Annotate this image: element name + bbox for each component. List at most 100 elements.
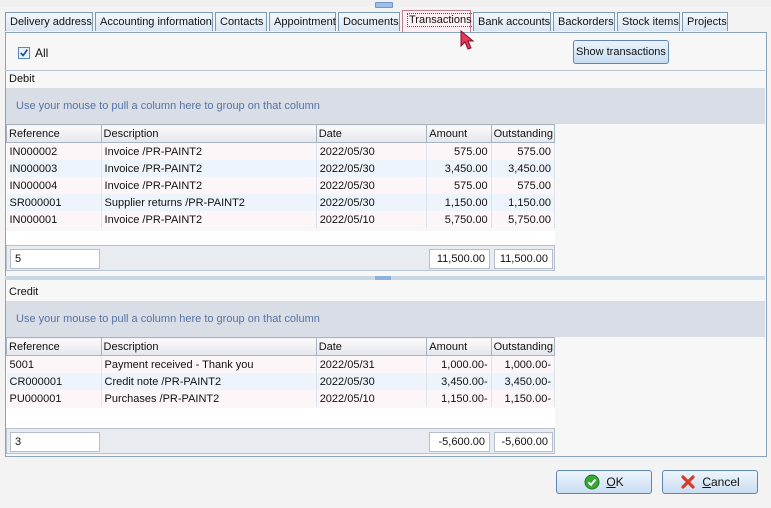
cell-date: 2022/05/30 xyxy=(316,160,428,177)
column-header-description[interactable]: Description xyxy=(100,124,317,143)
tab-delivery-address[interactable]: Delivery address xyxy=(5,12,93,31)
credit-summary-footer: 3 -5,600.00 -5,600.00 xyxy=(6,428,555,454)
cell-outstanding: 3,450.00- xyxy=(491,373,556,390)
checkmark-icon xyxy=(20,49,29,57)
ok-button[interactable]: OK xyxy=(556,470,652,494)
tab-accounting-information[interactable]: Accounting information xyxy=(95,12,213,31)
tab-bank-accounts[interactable]: Bank accounts xyxy=(473,12,551,31)
table-row[interactable]: CR000001 Credit note /PR-PAINT2 2022/05/… xyxy=(6,373,556,390)
cell-outstanding: 575.00 xyxy=(491,142,556,160)
cell-description: Invoice /PR-PAINT2 xyxy=(101,177,317,194)
top-grip-handle[interactable] xyxy=(375,2,393,8)
table-row[interactable]: 5001 Payment received - Thank you 2022/0… xyxy=(6,355,556,373)
cell-date: 2022/05/30 xyxy=(316,373,428,390)
debit-summary-footer: 5 11,500.00 11,500.00 xyxy=(6,245,555,271)
cell-outstanding: 5,750.00 xyxy=(491,211,556,228)
debit-section-title: Debit xyxy=(9,73,35,85)
tab-label: Projects xyxy=(687,16,727,28)
cell-outstanding: 1,000.00- xyxy=(491,355,556,373)
cell-amount: 1,150.00- xyxy=(426,390,492,407)
tab-label: Stock items xyxy=(622,16,679,28)
column-header-outstanding[interactable]: Outstanding xyxy=(490,337,556,356)
column-header-date[interactable]: Date xyxy=(315,337,428,356)
cell-description: Purchases /PR-PAINT2 xyxy=(101,390,317,407)
cell-amount: 3,450.00- xyxy=(426,373,492,390)
tab-label: Bank accounts xyxy=(478,16,551,28)
cell-amount: 575.00 xyxy=(426,142,492,160)
debit-outstanding-total: 11,500.00 xyxy=(494,249,553,269)
all-checkbox[interactable] xyxy=(18,47,30,59)
credit-group-by-panel[interactable]: Use your mouse to pull a column here to … xyxy=(6,301,765,337)
tab-label: Documents xyxy=(343,16,399,28)
tab-transactions[interactable]: Transactions xyxy=(402,10,474,32)
credit-outstanding-total: -5,600.00 xyxy=(494,432,553,452)
debit-amount-total: 11,500.00 xyxy=(429,249,490,269)
table-row[interactable]: IN000003 Invoice /PR-PAINT2 2022/05/30 3… xyxy=(6,160,556,177)
cell-date: 2022/05/30 xyxy=(316,142,428,160)
credit-grid: Reference Description Date Amount Outsta… xyxy=(6,337,556,407)
tab-contacts[interactable]: Contacts xyxy=(215,12,267,31)
debit-separator xyxy=(5,70,765,71)
table-row[interactable]: PU000001 Purchases /PR-PAINT2 2022/05/10… xyxy=(6,390,556,407)
cell-description: Invoice /PR-PAINT2 xyxy=(101,142,317,160)
credit-count-summary: 3 xyxy=(10,432,100,452)
column-header-reference[interactable]: Reference xyxy=(6,124,102,143)
tab-label: Contacts xyxy=(220,16,264,28)
column-header-description[interactable]: Description xyxy=(100,337,317,356)
credit-grid-empty-area xyxy=(6,408,555,428)
column-header-reference[interactable]: Reference xyxy=(6,337,102,356)
debit-grid-header: Reference Description Date Amount Outsta… xyxy=(6,124,556,143)
tab-stock-items[interactable]: Stock items xyxy=(617,12,680,31)
tab-appointment[interactable]: Appointment xyxy=(269,12,336,31)
tab-label: Appointment xyxy=(274,16,336,28)
tab-backorders[interactable]: Backorders xyxy=(553,12,615,31)
cancel-button-label: Cancel xyxy=(702,475,740,489)
cell-amount: 1,000.00- xyxy=(426,355,492,373)
table-row[interactable]: SR000001 Supplier returns /PR-PAINT2 202… xyxy=(6,194,556,211)
tab-documents[interactable]: Documents xyxy=(338,12,400,31)
table-row[interactable]: IN000004 Invoice /PR-PAINT2 2022/05/30 5… xyxy=(6,177,556,194)
splitter-grip-handle[interactable] xyxy=(375,276,391,280)
column-header-date[interactable]: Date xyxy=(315,124,428,143)
table-row[interactable]: IN000001 Invoice /PR-PAINT2 2022/05/10 5… xyxy=(6,211,556,228)
cell-amount: 1,150.00 xyxy=(426,194,492,211)
all-checkbox-label: All xyxy=(35,46,49,60)
credit-grid-header: Reference Description Date Amount Outsta… xyxy=(6,337,556,356)
mouse-pointer-icon xyxy=(460,30,475,50)
cell-outstanding: 1,150.00 xyxy=(491,194,556,211)
cell-reference: IN000004 xyxy=(6,177,102,194)
cell-outstanding: 575.00 xyxy=(491,177,556,194)
tab-projects[interactable]: Projects xyxy=(682,12,728,31)
cell-date: 2022/05/30 xyxy=(316,177,428,194)
cell-reference: PU000001 xyxy=(6,390,102,407)
column-header-amount[interactable]: Amount xyxy=(426,337,492,356)
cell-reference: IN000002 xyxy=(6,142,102,160)
cell-reference: 5001 xyxy=(6,355,102,373)
cell-date: 2022/05/10 xyxy=(316,390,428,407)
tab-label: Delivery address xyxy=(10,16,92,28)
credit-amount-total: -5,600.00 xyxy=(429,432,490,452)
credit-section-title: Credit xyxy=(9,286,39,298)
tab-label: Accounting information xyxy=(100,16,212,28)
show-transactions-button[interactable]: Show transactions xyxy=(573,40,669,64)
cell-date: 2022/05/30 xyxy=(316,194,428,211)
debit-grid-empty-area xyxy=(6,231,555,245)
cell-amount: 575.00 xyxy=(426,177,492,194)
section-splitter[interactable] xyxy=(5,276,765,280)
cell-description: Invoice /PR-PAINT2 xyxy=(101,160,317,177)
cell-description: Supplier returns /PR-PAINT2 xyxy=(101,194,317,211)
cell-reference: IN000001 xyxy=(6,211,102,228)
ok-check-icon xyxy=(584,474,600,490)
cell-amount: 5,750.00 xyxy=(426,211,492,228)
cancel-button[interactable]: Cancel xyxy=(662,470,758,494)
debit-grid: Reference Description Date Amount Outsta… xyxy=(6,124,556,228)
cancel-x-icon xyxy=(681,475,695,489)
tab-label: Backorders xyxy=(558,16,614,28)
top-resize-strip xyxy=(0,0,771,8)
column-header-amount[interactable]: Amount xyxy=(426,124,492,143)
table-row[interactable]: IN000002 Invoice /PR-PAINT2 2022/05/30 5… xyxy=(6,142,556,160)
cell-date: 2022/05/31 xyxy=(316,355,428,373)
debit-group-by-panel[interactable]: Use your mouse to pull a column here to … xyxy=(6,88,765,124)
column-header-outstanding[interactable]: Outstanding xyxy=(490,124,556,143)
cell-amount: 3,450.00 xyxy=(426,160,492,177)
